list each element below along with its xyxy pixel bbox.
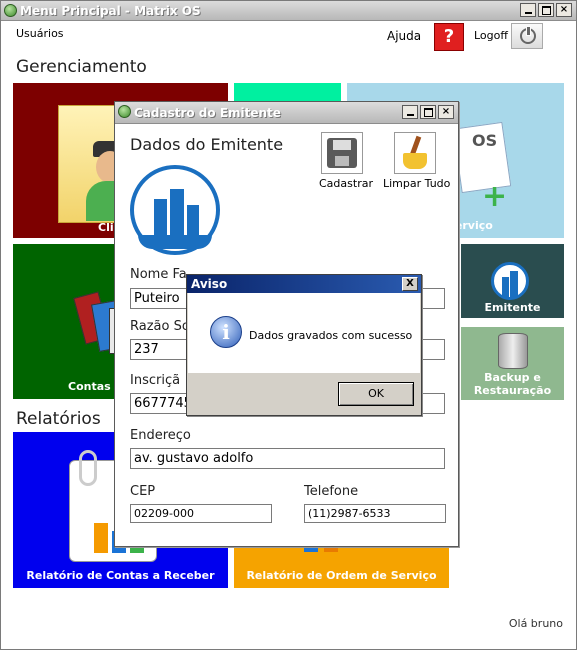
tile-clientes-label: Cli [98,221,114,234]
help-label: Ajuda [387,29,422,43]
tile-relatorio-os-label: Relatório de Ordem de Serviço [246,569,437,582]
tile-backup[interactable]: Backup e Restauração [461,327,564,400]
telefone-field[interactable]: (11)2987-6533 [304,504,446,523]
paperclip-icon [79,450,97,486]
limpar-button[interactable] [394,132,436,174]
window-title: Menu Principal - Matrix OS [20,4,201,18]
aviso-title: Aviso [191,277,228,291]
aviso-close-button[interactable]: X [402,277,418,291]
database-icon [498,333,528,369]
ok-button[interactable]: OK [338,382,414,406]
question-icon: ? [443,26,455,47]
emitente-maximize-button[interactable] [420,105,436,119]
tile-emitente-label: Emitente [484,301,541,314]
window-controls: × [520,3,572,17]
backup-line1: Backup e [484,371,541,384]
aviso-titlebar[interactable]: Aviso X [187,275,421,293]
tile-emitente[interactable]: Emitente [461,244,564,318]
endereco-label: Endereço [130,428,191,443]
telefone-label: Telefone [304,484,359,499]
menu-usuarios[interactable]: Usuários [16,27,64,40]
emitente-close-button[interactable]: × [438,105,454,119]
close-button[interactable]: × [556,3,572,17]
endereco-field[interactable]: av. gustavo adolfo [130,448,445,469]
emitente-heading: Dados do Emitente [130,135,284,154]
plus-icon: + [482,179,508,214]
razao-label: Razão So [130,319,190,334]
main-titlebar[interactable]: Menu Principal - Matrix OS × [1,1,576,21]
building-icon [491,262,529,300]
app-icon [4,4,17,17]
inscricao-label: Inscriçã [130,373,181,388]
os-icon: OS [472,131,498,150]
cep-label: CEP [130,484,156,499]
broom-head [403,153,427,169]
info-icon: i [210,316,242,348]
logoff-label: Logoff [474,29,508,42]
help-button[interactable]: ? [434,23,464,51]
info-glyph: i [222,320,230,344]
power-icon [520,26,536,44]
backup-line2: Restauração [473,384,552,397]
tile-contas-label: Contas [68,380,111,393]
minimize-button[interactable] [520,3,536,17]
menubar: Usuários Ajuda Logoff [1,21,576,49]
close-icon: X [406,278,414,289]
cadastrar-button[interactable] [321,132,363,174]
aviso-message: Dados gravados com sucesso [249,329,413,342]
emitente-logo-icon [130,165,220,255]
floppy-icon [327,138,357,168]
tile-relatorio-contas-label: Relatório de Contas a Receber [26,569,215,582]
limpar-label: Limpar Tudo [383,177,451,190]
tile-teal[interactable] [234,83,341,103]
cep-field[interactable]: 02209-000 [130,504,272,523]
section-management-title: Gerenciamento [16,57,147,77]
emitente-window-controls: × [402,105,454,119]
logoff-button[interactable] [511,23,543,49]
emitente-title: Cadastro do Emitente [134,106,281,120]
section-reports-title: Relatórios [16,409,101,429]
fantasy-label: Nome Fa [130,267,187,282]
aviso-dialog: Aviso X i Dados gravados com sucesso OK [186,274,422,416]
emitente-minimize-button[interactable] [402,105,418,119]
emitente-app-icon [118,105,131,118]
cadastrar-label: Cadastrar [319,177,373,190]
maximize-button[interactable] [538,3,554,17]
tile-backup-label: Backup e Restauração [461,371,564,397]
greeting-text: Olá bruno [508,617,563,630]
emitente-titlebar[interactable]: Cadastro do Emitente × [115,102,458,124]
